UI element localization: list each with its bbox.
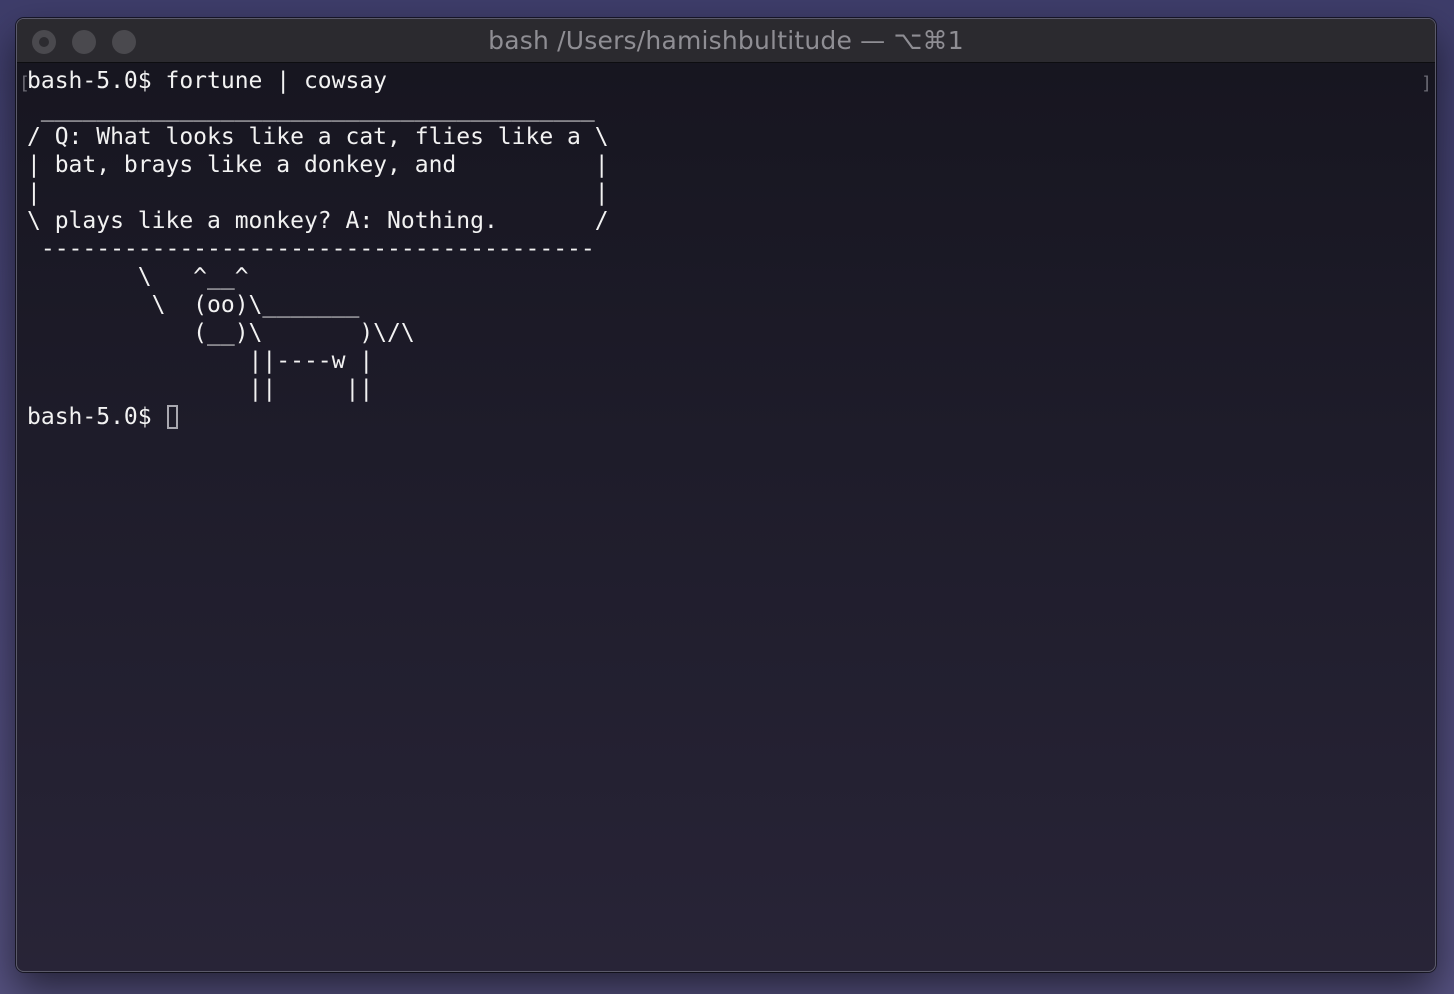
text-cursor <box>167 405 179 429</box>
terminal-window: bash /Users/hamishbultitude — ⌥⌘1 [ ] ba… <box>16 18 1436 972</box>
bash-prompt: bash-5.0$ <box>27 404 166 430</box>
terminal-content[interactable]: [ ] bash-5.0$ fortune | cowsay _________… <box>17 63 1435 971</box>
window-title: bash /Users/hamishbultitude — ⌥⌘1 <box>488 26 964 55</box>
terminal-output: bash-5.0$ fortune | cowsay _____________… <box>27 68 609 402</box>
title-bar[interactable]: bash /Users/hamishbultitude — ⌥⌘1 <box>17 19 1435 63</box>
active-prompt-line[interactable]: bash-5.0$ <box>27 403 179 431</box>
right-bracket-marker: ] <box>1421 73 1432 94</box>
